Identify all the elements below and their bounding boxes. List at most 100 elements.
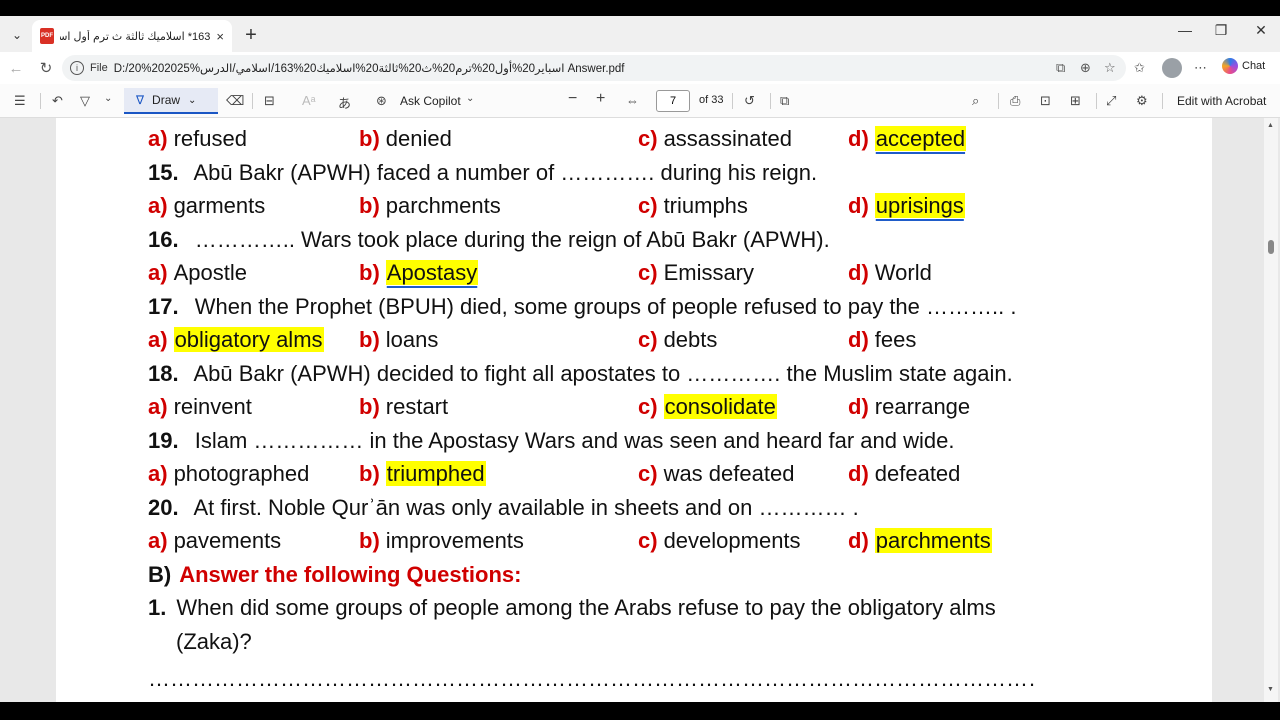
edit-with-acrobat-button[interactable]: Edit with Acrobat: [1177, 94, 1266, 108]
scroll-up-arrow-icon[interactable]: ▲: [1267, 122, 1274, 129]
page-number-input[interactable]: 7: [656, 90, 690, 112]
page-view-icon[interactable]: ⧉: [780, 93, 789, 109]
option-text-highlighted: triumphed: [385, 461, 486, 486]
option-letter: c): [638, 528, 658, 553]
option-c[interactable]: c) developments: [638, 528, 801, 554]
new-tab-button[interactable]: +: [240, 24, 262, 46]
info-icon[interactable]: i: [70, 61, 84, 75]
option-letter: b): [359, 528, 380, 553]
tab-active[interactable]: PDF 163* اسلاميك ثالثة ث ترم أول اسباير …: [32, 20, 232, 52]
top-black-border: [0, 0, 1280, 16]
option-text: restart: [385, 394, 449, 419]
option-c[interactable]: c) Emissary: [638, 260, 754, 286]
option-a[interactable]: a) reinvent: [148, 394, 252, 420]
url-text[interactable]: D:/20%202025%اسباير20%أول20%ترم20%ث20%ثا…: [114, 61, 625, 75]
pdf-viewer[interactable]: a) refused b) denied c) assassinated d) accepte…: [0, 118, 1280, 702]
settings-gear-icon[interactable]: ⚙: [1136, 93, 1148, 109]
option-letter: d): [848, 193, 869, 218]
vertical-scrollbar[interactable]: ▲ ▼: [1264, 118, 1278, 702]
favorite-star-icon[interactable]: ☆: [1104, 60, 1116, 76]
option-c[interactable]: c) was defeated: [638, 461, 794, 487]
option-b[interactable]: b) parchments: [359, 193, 501, 219]
zoom-icon[interactable]: ⊕: [1080, 60, 1091, 76]
draw-options-chevron-icon[interactable]: ⌄: [188, 95, 196, 106]
option-b[interactable]: b) restart: [359, 394, 448, 420]
save-as-icon[interactable]: ⊞: [1070, 93, 1081, 109]
close-icon[interactable]: ×: [216, 29, 224, 44]
translate-icon[interactable]: あ: [338, 93, 351, 112]
question-line: 16. ………….. Wars took place during the re…: [148, 227, 830, 253]
option-c[interactable]: c) debts: [638, 327, 717, 353]
read-aloud-text-icon[interactable]: Aᵃ: [302, 93, 316, 108]
eraser-icon[interactable]: ⌫: [226, 93, 244, 109]
minimize-icon[interactable]: —: [1170, 22, 1200, 38]
back-icon[interactable]: ←: [6, 58, 26, 78]
draw-button[interactable]: ∇ Draw ⌄: [124, 88, 218, 114]
print-icon[interactable]: ⎙: [1010, 93, 1020, 109]
highlight-icon[interactable]: ▽: [80, 93, 90, 109]
toolbar-divider: [732, 93, 733, 109]
draw-label: Draw: [152, 93, 181, 107]
avatar[interactable]: [1162, 58, 1182, 78]
option-a[interactable]: a) obligatory alms: [148, 327, 324, 353]
copilot-outline-icon[interactable]: ⊛: [376, 93, 387, 109]
rotate-icon[interactable]: ↺: [744, 93, 755, 109]
ask-copilot-label[interactable]: Ask Copilot: [400, 94, 461, 108]
option-a[interactable]: a) garments: [148, 193, 265, 219]
tab-actions-chevron-icon[interactable]: ⌄: [6, 24, 28, 46]
undo-icon[interactable]: ↶: [52, 93, 63, 109]
option-letter: a): [148, 461, 168, 486]
option-d[interactable]: d) defeated: [848, 461, 960, 487]
option-a[interactable]: a) refused: [148, 126, 247, 152]
zoom-in-icon[interactable]: +: [596, 90, 605, 108]
option-b[interactable]: b) denied: [359, 126, 452, 152]
favorites-icon[interactable]: ✩: [1134, 60, 1145, 76]
option-text-highlighted: parchments: [874, 528, 992, 553]
option-text: debts: [663, 327, 718, 352]
option-text-highlighted: obligatory alms: [173, 327, 324, 352]
option-c[interactable]: c) consolidate: [638, 394, 777, 420]
scrollbar-thumb[interactable]: [1268, 240, 1274, 254]
search-icon[interactable]: ⌕: [972, 93, 979, 109]
option-d[interactable]: d) World: [848, 260, 932, 286]
option-a[interactable]: a) pavements: [148, 528, 281, 554]
read-aloud-icon[interactable]: ⧉: [1056, 60, 1065, 76]
option-c[interactable]: c) triumphs: [638, 193, 748, 219]
zoom-out-icon[interactable]: −: [568, 90, 577, 108]
fullscreen-icon[interactable]: ⤢: [1106, 93, 1116, 109]
option-b[interactable]: b) Apostasy: [359, 260, 479, 286]
text-box-icon[interactable]: ⊟: [264, 93, 275, 109]
option-b[interactable]: b) triumphed: [359, 461, 486, 487]
scroll-down-arrow-icon[interactable]: ▼: [1267, 686, 1274, 693]
option-letter: c): [638, 193, 658, 218]
refresh-icon[interactable]: ↻: [36, 58, 56, 78]
option-text: assassinated: [663, 126, 792, 151]
option-d[interactable]: d) uprisings: [848, 193, 965, 219]
option-text: was defeated: [663, 461, 795, 486]
option-d[interactable]: d) accepted: [848, 126, 967, 152]
option-c[interactable]: c) assassinated: [638, 126, 792, 152]
option-text: refused: [173, 126, 247, 151]
option-b[interactable]: b) improvements: [359, 528, 524, 554]
option-text: developments: [663, 528, 801, 553]
url-omnibox[interactable]: i File D:/20%202025%اسباير20%أول20%ترم20…: [62, 55, 1126, 81]
toolbar-divider: [1096, 93, 1097, 109]
option-d[interactable]: d) rearrange: [848, 394, 970, 420]
page-total: of 33: [699, 94, 724, 106]
copilot-chat-button[interactable]: Chat: [1222, 58, 1265, 74]
ask-copilot-chevron-icon[interactable]: ⌄: [466, 93, 474, 104]
close-window-icon[interactable]: ✕: [1246, 22, 1276, 39]
fit-to-width-icon[interactable]: ⇔: [626, 93, 639, 108]
option-d[interactable]: d) fees: [848, 327, 916, 353]
contents-list-icon[interactable]: ☰: [14, 93, 26, 109]
highlight-options-chevron-icon[interactable]: ⌄: [104, 93, 112, 104]
save-icon[interactable]: ⊡: [1040, 93, 1051, 109]
option-a[interactable]: a) photographed: [148, 461, 309, 487]
option-d[interactable]: d) parchments: [848, 528, 992, 554]
option-letter: d): [848, 394, 869, 419]
answer-dotted-line[interactable]: ……………………………………………………………………………………………………………: [148, 666, 1034, 692]
option-b[interactable]: b) loans: [359, 327, 438, 353]
option-a[interactable]: a) Apostle: [148, 260, 247, 286]
restore-icon[interactable]: ❐: [1206, 22, 1236, 39]
more-menu-icon[interactable]: ⋯: [1194, 60, 1207, 76]
